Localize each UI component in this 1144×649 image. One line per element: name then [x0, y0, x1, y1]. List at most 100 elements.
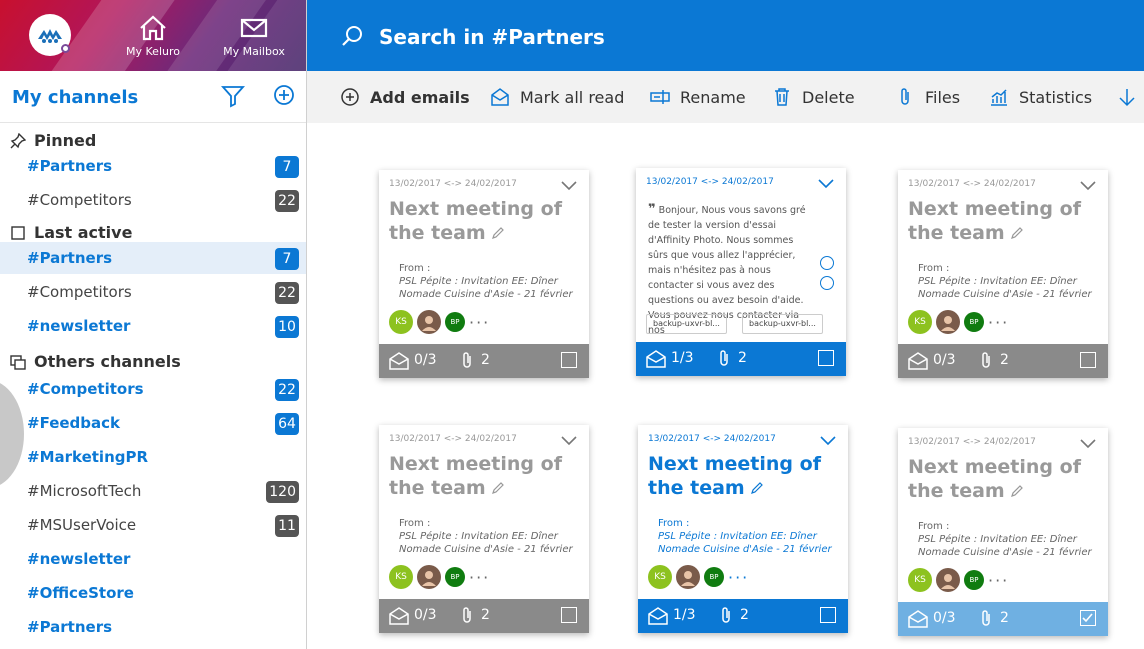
edit-pencil-icon[interactable]: [492, 482, 505, 494]
channel-item[interactable]: #Competitors 22: [0, 373, 306, 405]
select-checkbox[interactable]: [820, 607, 836, 623]
chevron-down-icon[interactable]: [1080, 179, 1096, 191]
rename-icon: [650, 90, 670, 104]
delete-button[interactable]: Delete: [772, 85, 855, 109]
paperclip-icon: [463, 607, 471, 623]
add-emails-button[interactable]: Add emails: [340, 85, 470, 109]
avatar[interactable]: [417, 310, 441, 334]
avatar[interactable]: BP: [704, 567, 724, 587]
filter-icon[interactable]: [221, 84, 245, 108]
my-mailbox-nav[interactable]: My Mailbox: [219, 15, 289, 58]
chevron-down-icon[interactable]: [561, 179, 577, 191]
channel-name: #Partners: [27, 618, 113, 636]
select-checkbox[interactable]: [1080, 352, 1096, 368]
select-checkbox-checked[interactable]: [1080, 610, 1096, 626]
from-block: From : PSL Pépite : Invitation EE: Dîner…: [658, 517, 832, 556]
edit-pencil-icon[interactable]: [1011, 227, 1024, 239]
avatar[interactable]: KS: [389, 310, 413, 334]
avatar[interactable]: KS: [908, 568, 932, 592]
mail-card-checked[interactable]: 13/02/2017 <-> 24/02/2017 Next meeting o…: [898, 428, 1108, 636]
select-checkbox[interactable]: [561, 352, 577, 368]
channel-item[interactable]: #OfficeStore: [0, 577, 306, 609]
statistics-button[interactable]: Statistics: [989, 85, 1092, 109]
rename-button[interactable]: Rename: [650, 85, 746, 109]
search-icon: [342, 26, 362, 46]
edit-pencil-icon[interactable]: [492, 227, 505, 239]
section-last-active-label: Last active: [34, 223, 133, 242]
more-down-button[interactable]: [1117, 85, 1137, 109]
edit-pencil-icon[interactable]: [751, 482, 764, 494]
channel-item[interactable]: #newsletter 10: [0, 310, 306, 342]
channel-item[interactable]: #newsletter: [0, 543, 306, 575]
more-participants[interactable]: ···: [728, 568, 749, 587]
more-participants[interactable]: ···: [469, 568, 490, 587]
from-label: From :: [918, 521, 950, 532]
chevron-down-icon[interactable]: [561, 434, 577, 446]
avatar[interactable]: KS: [908, 310, 932, 334]
channel-badge: 22: [275, 282, 299, 304]
date-range: 13/02/2017 <-> 24/02/2017: [908, 437, 1036, 447]
attachment-count: 2: [738, 350, 747, 366]
from-line: PSL Pépite : Invitation EE: Dîner: [918, 276, 1077, 287]
channel-item[interactable]: #Partners 7: [0, 150, 306, 182]
avatar[interactable]: [936, 568, 960, 592]
select-checkbox[interactable]: [561, 607, 577, 623]
previous-email-button[interactable]: [820, 256, 834, 270]
read-count: 1/3: [673, 607, 696, 623]
from-line: Nomade Cuisine d'Asie - 21 février: [399, 544, 573, 555]
brand-header: My Keluro My Mailbox: [0, 0, 306, 71]
files-button[interactable]: Files: [895, 85, 960, 109]
person-photo-icon: [681, 571, 695, 586]
mail-card[interactable]: 13/02/2017 <-> 24/02/2017 Next meeting o…: [379, 425, 589, 633]
avatar[interactable]: KS: [389, 565, 413, 589]
card-footer: 0/3 2: [379, 344, 589, 378]
attachment-chip[interactable]: backup-uxvr-bl...: [742, 314, 823, 334]
channel-name: #Partners: [27, 157, 113, 175]
from-block: From : PSL Pépite : Invitation EE: Dîner…: [918, 262, 1092, 301]
avatar[interactable]: [936, 310, 960, 334]
open-envelope-icon: [908, 610, 928, 628]
mark-all-read-button[interactable]: Mark all read: [490, 85, 624, 109]
channel-item[interactable]: #Competitors 22: [0, 276, 306, 308]
keluro-logo[interactable]: [29, 14, 71, 56]
channel-badge: 22: [275, 379, 299, 401]
chevron-down-icon[interactable]: [818, 177, 834, 189]
cards-area: 13/02/2017 <-> 24/02/2017 Next meeting o…: [307, 123, 1144, 649]
home-icon: [140, 15, 166, 41]
avatar[interactable]: [417, 565, 441, 589]
card-title: Next meeting of the team: [908, 198, 1081, 244]
avatar[interactable]: BP: [964, 312, 984, 332]
more-participants[interactable]: ···: [469, 313, 490, 332]
avatar[interactable]: BP: [445, 567, 465, 587]
paperclip-icon: [901, 88, 909, 105]
channel-item-selected[interactable]: #Partners 7: [0, 242, 306, 274]
channel-name: #MSUserVoice: [27, 516, 137, 534]
attachment-chip[interactable]: backup-uxvr-bl...: [646, 314, 727, 334]
mail-card[interactable]: 13/02/2017 <-> 24/02/2017 Next meeting o…: [898, 170, 1108, 378]
channel-item[interactable]: #Partners: [0, 611, 306, 643]
chevron-down-icon[interactable]: [1080, 437, 1096, 449]
more-participants[interactable]: ···: [988, 313, 1009, 332]
my-keluro-nav[interactable]: My Keluro: [118, 15, 188, 58]
channel-item[interactable]: #MarketingPR: [0, 441, 306, 473]
avatar[interactable]: BP: [445, 312, 465, 332]
more-participants[interactable]: ···: [988, 571, 1009, 590]
mail-card[interactable]: 13/02/2017 <-> 24/02/2017 Next meeting o…: [379, 170, 589, 378]
channel-item[interactable]: #MicrosoftTech 120: [0, 475, 306, 507]
next-email-button[interactable]: [820, 276, 834, 290]
chevron-down-icon[interactable]: [820, 434, 836, 446]
channel-item[interactable]: #Competitors 22: [0, 184, 306, 216]
channel-item[interactable]: #Feedback 64: [0, 407, 306, 439]
search-bar[interactable]: Search in #Partners: [307, 0, 1144, 71]
channel-item[interactable]: #MSUserVoice 11: [0, 509, 306, 541]
mail-card-expanded[interactable]: 13/02/2017 <-> 24/02/2017 ❞ Bonjour, Nou…: [636, 168, 846, 376]
mail-card-selected[interactable]: 13/02/2017 <-> 24/02/2017 Next meeting o…: [638, 425, 848, 633]
add-channel-icon[interactable]: [273, 84, 295, 106]
select-checkbox[interactable]: [818, 350, 834, 366]
avatar[interactable]: [676, 565, 700, 589]
edit-pencil-icon[interactable]: [1011, 485, 1024, 497]
person-photo-icon: [422, 571, 436, 586]
avatar[interactable]: KS: [648, 565, 672, 589]
read-count: 1/3: [671, 350, 694, 366]
avatar[interactable]: BP: [964, 570, 984, 590]
